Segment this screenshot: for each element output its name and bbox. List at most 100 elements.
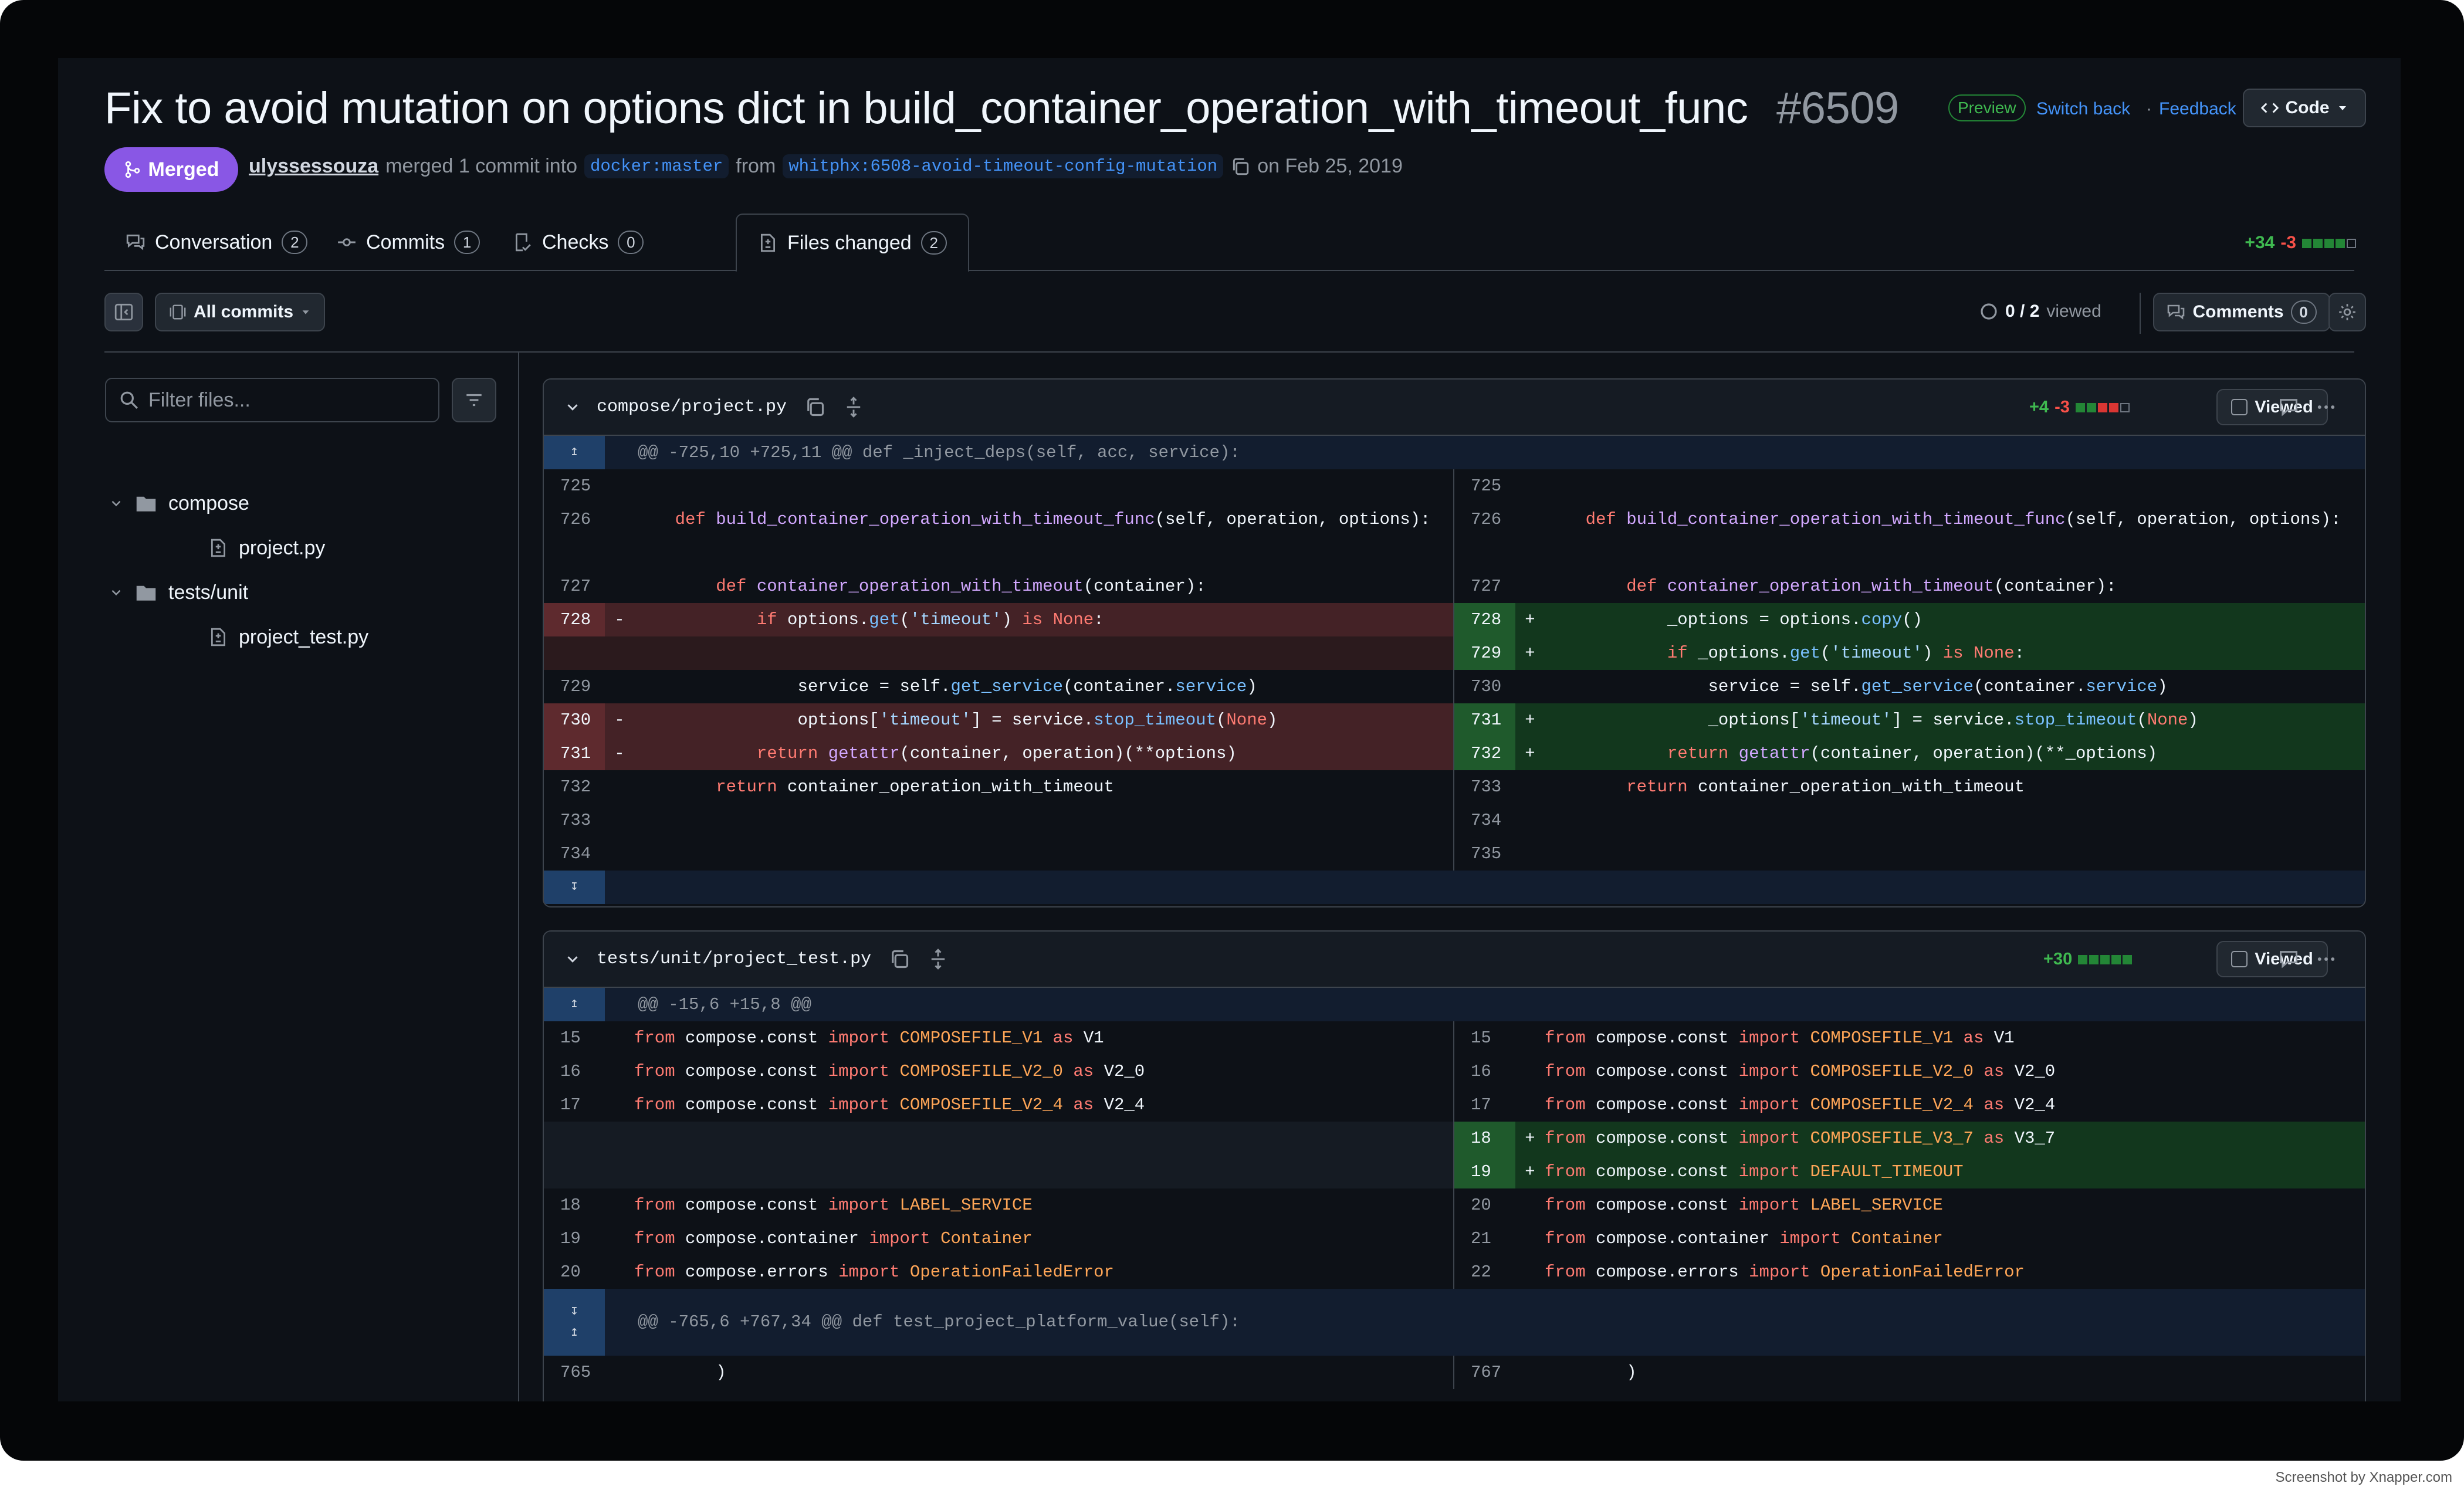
line-number[interactable]: 17 <box>544 1088 605 1122</box>
line-number[interactable]: 727 <box>1454 570 1515 603</box>
line-number[interactable]: 734 <box>544 837 605 871</box>
viewed-checkbox-button[interactable]: Viewed <box>2216 389 2328 425</box>
switch-back-link[interactable]: Switch back <box>2036 99 2130 119</box>
line-number[interactable]: 18 <box>544 1188 605 1222</box>
line-number[interactable]: 731 <box>544 737 605 770</box>
file-path[interactable]: compose/project.py <box>597 397 787 417</box>
expand-up-button[interactable]: ↥ <box>544 988 605 1021</box>
base-branch[interactable]: docker:master <box>584 154 729 178</box>
hunk-header: ↥ @@ -725,10 +725,11 @@ def _inject_deps… <box>544 436 2365 469</box>
sidebar-collapse-icon <box>114 303 133 321</box>
line-number[interactable]: 728 <box>1454 603 1515 636</box>
line-number[interactable]: 730 <box>1454 670 1515 703</box>
line-number[interactable]: 19 <box>544 1222 605 1255</box>
all-commits-dropdown[interactable]: All commits <box>155 293 325 331</box>
pr-meta: ulyssessouza merged 1 commit into docker… <box>249 154 1403 178</box>
preview-badge: Preview <box>1948 94 2026 121</box>
tab-commits[interactable]: Commits 1 <box>316 214 501 271</box>
line-number[interactable]: 735 <box>1454 837 1515 871</box>
pull-request-page: Fix to avoid mutation on options dict in… <box>58 58 2401 1401</box>
line-number[interactable]: 729 <box>1454 636 1515 670</box>
line-number[interactable]: 15 <box>1454 1021 1515 1055</box>
code-button[interactable]: Code <box>2243 89 2366 127</box>
line-number[interactable]: 18 <box>1454 1122 1515 1155</box>
feedback-link[interactable]: Feedback <box>2159 99 2236 119</box>
gear-icon <box>2339 304 2355 320</box>
tree-file-project-test-py[interactable]: project_test.py <box>208 615 368 659</box>
code-line: from compose.const import COMPOSEFILE_V2… <box>1545 1095 2056 1115</box>
expand-both-button[interactable]: ↧ ↥ <box>544 1289 605 1356</box>
kebab-menu-icon[interactable] <box>2316 397 2337 418</box>
line-number[interactable]: 731 <box>1454 703 1515 737</box>
line-number[interactable]: 725 <box>544 469 605 503</box>
copy-icon[interactable] <box>1230 157 1250 177</box>
tree-folder-compose[interactable]: compose <box>109 481 249 526</box>
head-branch[interactable]: whitphx:6508-avoid-timeout-config-mutati… <box>783 154 1224 178</box>
expand-all-icon[interactable] <box>843 397 864 418</box>
line-number[interactable]: 732 <box>1454 737 1515 770</box>
line-number[interactable]: 16 <box>1454 1055 1515 1088</box>
copy-icon[interactable] <box>889 949 910 970</box>
hunk-text: @@ -15,6 +15,8 @@ <box>638 995 811 1014</box>
line-number[interactable]: 21 <box>1454 1222 1515 1255</box>
line-number[interactable]: 727 <box>544 570 605 603</box>
file-path[interactable]: tests/unit/project_test.py <box>597 949 871 969</box>
line-number[interactable]: 726 <box>1454 503 1515 570</box>
tree-label: tests/unit <box>168 581 249 604</box>
expand-down-button[interactable]: ↧ <box>544 871 605 904</box>
line-number[interactable]: 20 <box>1454 1188 1515 1222</box>
progress-circle-icon <box>1981 303 1997 320</box>
line-number[interactable]: 16 <box>544 1055 605 1088</box>
line-number[interactable]: 725 <box>1454 469 1515 503</box>
settings-button[interactable] <box>2328 293 2366 331</box>
tree-folder-tests-unit[interactable]: tests/unit <box>109 570 248 615</box>
code-line: from compose.container import Container <box>634 1229 1033 1248</box>
filter-files-input[interactable]: Filter files... <box>105 378 439 422</box>
line-number[interactable]: 19 <box>1454 1155 1515 1188</box>
chevron-down-icon[interactable] <box>564 950 581 968</box>
kebab-menu-icon[interactable] <box>2316 949 2337 970</box>
tree-file-project-py[interactable]: project.py <box>208 526 325 570</box>
line-number[interactable]: 765 <box>544 1356 605 1389</box>
tab-conversation[interactable]: Conversation 2 <box>104 214 329 271</box>
line-number[interactable]: 726 <box>544 503 605 570</box>
code-line-added: return getattr(container, operation)(**_… <box>1667 744 2158 763</box>
filter-options-button[interactable] <box>452 378 496 422</box>
toggle-file-tree-button[interactable] <box>104 293 143 331</box>
line-number[interactable]: 734 <box>1454 804 1515 837</box>
comment-discussion-icon <box>126 234 145 250</box>
merge-icon <box>125 161 140 178</box>
expand-up-button[interactable]: ↥ <box>544 436 605 469</box>
viewed-checkbox-button[interactable]: Viewed <box>2216 941 2328 977</box>
line-number[interactable]: 732 <box>544 770 605 804</box>
line-number[interactable]: 17 <box>1454 1088 1515 1122</box>
line-number[interactable]: 20 <box>544 1255 605 1289</box>
tab-checks[interactable]: Checks 0 <box>492 214 665 271</box>
chevron-down-icon[interactable] <box>564 398 581 416</box>
diff-row: 16 from compose.const import COMPOSEFILE_… <box>544 1055 2365 1088</box>
line-number[interactable]: 730 <box>544 703 605 737</box>
expand-all-icon[interactable] <box>928 949 949 970</box>
addition-marker: + <box>1525 744 1535 763</box>
line-number[interactable]: 15 <box>544 1021 605 1055</box>
line-number[interactable]: 733 <box>1454 770 1515 804</box>
deletion-marker: - <box>614 710 625 730</box>
tab-label: Checks <box>542 231 609 253</box>
comments-button[interactable]: Comments 0 <box>2153 293 2330 331</box>
line-number[interactable]: 767 <box>1454 1356 1515 1389</box>
tree-label: compose <box>168 492 249 514</box>
viewed-count: 0 / 2 <box>2005 302 2040 321</box>
author-link[interactable]: ulyssessouza <box>249 155 378 178</box>
chevron-down-icon <box>111 500 121 507</box>
comment-discussion-icon <box>2168 304 2185 320</box>
line-number[interactable]: 22 <box>1454 1255 1515 1289</box>
line-number[interactable]: 733 <box>544 804 605 837</box>
comment-icon[interactable] <box>2278 949 2299 970</box>
line-number[interactable]: 728 <box>544 603 605 636</box>
copy-icon[interactable] <box>804 397 825 418</box>
diffstat-bar <box>2302 233 2358 253</box>
all-commits-label: All commits <box>193 302 294 321</box>
line-number[interactable]: 729 <box>544 670 605 703</box>
tab-files-changed[interactable]: Files changed 2 <box>736 214 969 272</box>
comment-icon[interactable] <box>2278 397 2299 418</box>
